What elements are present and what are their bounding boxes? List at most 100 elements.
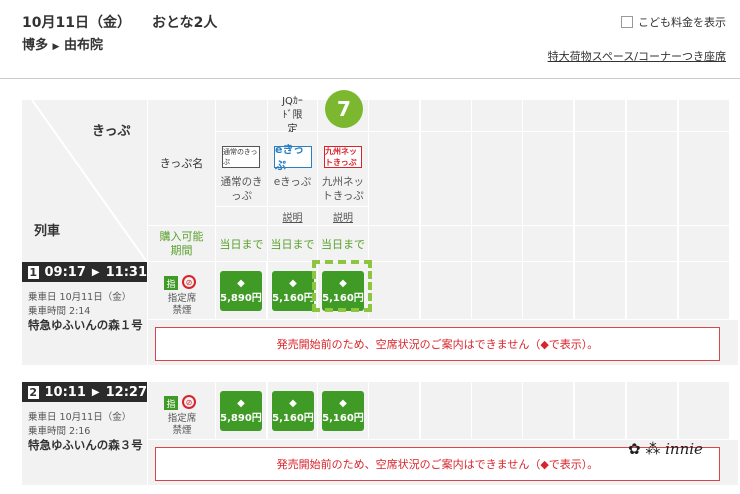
- fare-cell: [369, 262, 419, 319]
- fare-button[interactable]: ◆ 5,890円: [220, 391, 262, 431]
- ticket-column-0[interactable]: 通常のきっぷ 通常のきっぷ: [216, 132, 267, 206]
- availability-message: 発売開始前のため、空席状況のご案内はできません（◆で表示）。: [155, 327, 720, 361]
- route: 博多 ▶ 由布院: [22, 34, 103, 53]
- highlight-frame: [312, 260, 372, 312]
- ride-duration: 乗車時間 2:16: [28, 426, 91, 437]
- purchase-period: 当日まで: [268, 226, 317, 261]
- empty-cell: [472, 132, 522, 225]
- train-number: 1: [28, 265, 39, 279]
- arrival-time: 11:31: [105, 264, 147, 280]
- arrival-time: 12:27: [105, 384, 147, 400]
- ticket-column-2[interactable]: 九州ネットきっぷ 九州ネットきっぷ: [318, 132, 368, 206]
- departure-time: 09:17: [44, 264, 86, 280]
- empty-cell: [627, 100, 677, 131]
- fare-price: 5,890円: [220, 293, 262, 304]
- step-badge: 7: [325, 90, 363, 128]
- ticket-name: eきっぷ: [273, 176, 312, 188]
- to-station: 由布院: [64, 38, 104, 53]
- explain-link[interactable]: [216, 207, 267, 225]
- ride-duration: 乗車時間 2:14: [28, 306, 91, 317]
- empty-cell: [472, 226, 522, 261]
- ticket-name-label: きっぷ名: [148, 100, 215, 225]
- empty-cell: [523, 100, 573, 131]
- fare-cell: [627, 382, 677, 439]
- ticket-logo: 九州ネットきっぷ: [324, 146, 362, 168]
- availability-mark: ◆: [237, 398, 245, 409]
- explain-link[interactable]: 説明: [268, 207, 317, 225]
- fare-cell: [421, 382, 471, 439]
- child-fare-label: こども料金を表示: [638, 16, 726, 29]
- travel-date: 10月11日（金）: [22, 15, 131, 31]
- arrow-icon: ▶: [91, 386, 100, 398]
- jq-card-only-label: JQｶｰﾄﾞ限定: [268, 96, 317, 135]
- fare-cell: [523, 382, 573, 439]
- divider: [0, 78, 740, 79]
- ticket-name: 通常のきっぷ: [220, 176, 263, 202]
- train-name: 特急ゆふいんの森１号: [28, 318, 143, 332]
- luggage-seat-link[interactable]: 特大荷物スペース/コーナーつき座席: [548, 48, 726, 64]
- fare-cell: [679, 382, 729, 439]
- child-fare-checkbox[interactable]: [621, 16, 633, 28]
- child-fare-toggle[interactable]: こども料金を表示: [621, 14, 726, 30]
- no-smoking-icon: ⊘: [182, 275, 196, 289]
- ticket-column-1[interactable]: eきっぷ eきっぷ: [268, 132, 317, 206]
- ticket-logo: eきっぷ: [274, 143, 312, 172]
- empty-cell: [523, 132, 573, 225]
- purchase-period-label: 購入可能期間: [148, 226, 215, 261]
- corner-ticket-label: きっぷ: [92, 124, 131, 139]
- fare-cell: [523, 262, 573, 319]
- departure-time: 10:11: [44, 384, 86, 400]
- availability-mark: ◆: [339, 398, 347, 409]
- fare-cell: [472, 382, 522, 439]
- fare-cell: [472, 262, 522, 319]
- fare-price: 5,890円: [220, 413, 262, 424]
- train-time-header[interactable]: 1 09:17 ▶ 11:31: [22, 262, 147, 282]
- fare-cell: [369, 382, 419, 439]
- fare-cell: [679, 262, 729, 319]
- availability-mark: ◆: [289, 398, 297, 409]
- empty-cell: [369, 132, 419, 225]
- seat-type-cell: 指 ⊘ 指定席禁煙: [148, 382, 215, 439]
- train-time-header[interactable]: 2 10:11 ▶ 12:27: [22, 382, 147, 402]
- fare-price: 5,160円: [322, 413, 364, 424]
- seat-type-cell: 指 ⊘ 指定席禁煙: [148, 262, 215, 319]
- empty-cell: [627, 226, 677, 261]
- reserved-seat-icon: 指: [164, 276, 178, 290]
- corner-cell: きっぷ 列車: [22, 100, 147, 262]
- arrow-icon: ▶: [52, 42, 60, 52]
- from-station: 博多: [22, 38, 49, 53]
- empty-cell: [472, 100, 522, 131]
- fare-price: 5,160円: [272, 293, 314, 304]
- empty-cell: [627, 132, 677, 225]
- fare-button[interactable]: ◆ 5,160円: [322, 391, 364, 431]
- explain-link[interactable]: 説明: [318, 207, 368, 225]
- ticket-name: 九州ネットきっぷ: [322, 176, 364, 202]
- ride-date: 乗車日 10月11日（金）: [28, 292, 132, 303]
- availability-mark: ◆: [237, 278, 245, 289]
- fare-cell: [575, 262, 625, 319]
- ticket-logo: 通常のきっぷ: [222, 146, 260, 168]
- seat-type: 指定席禁煙: [167, 293, 197, 316]
- seat-type: 指定席禁煙: [167, 413, 197, 436]
- empty-cell: [369, 100, 419, 131]
- empty-cell: [575, 132, 625, 225]
- availability-mark: ◆: [289, 278, 297, 289]
- empty-cell: [679, 226, 729, 261]
- corner-train-label: 列車: [34, 224, 61, 239]
- fare-button[interactable]: ◆ 5,890円: [220, 271, 262, 311]
- empty-cell: [679, 100, 729, 131]
- fare-button[interactable]: ◆ 5,160円: [272, 391, 314, 431]
- empty-cell: [523, 226, 573, 261]
- fare-cell: [575, 382, 625, 439]
- fare-cell: [627, 262, 677, 319]
- watermark-signature: ✿ ⁂ innie: [628, 440, 703, 458]
- empty-cell: [421, 226, 471, 261]
- empty-cell: [369, 226, 419, 261]
- reserved-seat-icon: 指: [164, 396, 178, 410]
- fare-cell: [421, 262, 471, 319]
- fare-button[interactable]: ◆ 5,160円: [272, 271, 314, 311]
- arrow-icon: ▶: [91, 266, 100, 278]
- passenger-count: おとな2人: [152, 15, 218, 31]
- ride-date: 乗車日 10月11日（金）: [28, 412, 132, 423]
- no-smoking-icon: ⊘: [182, 395, 196, 409]
